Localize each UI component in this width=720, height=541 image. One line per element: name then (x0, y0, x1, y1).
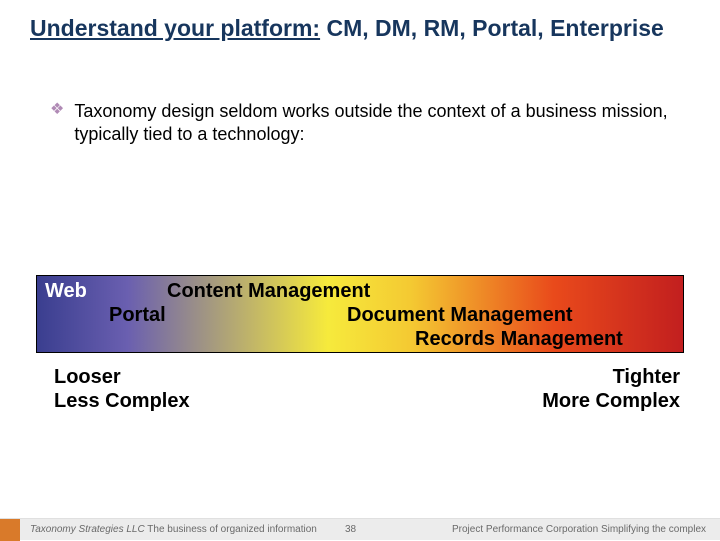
footer-tagline: The business of organized information (145, 524, 317, 535)
gradient-band: Web Content Management Portal Document M… (36, 275, 684, 353)
axis-left-line1: Looser (54, 365, 190, 389)
axis-left: Looser Less Complex (54, 365, 190, 413)
diamond-bullet-icon: ❖ (50, 100, 64, 121)
axis-right-line1: Tighter (542, 365, 680, 389)
band-label-portal: Portal (109, 304, 166, 327)
footer-bar: Taxonomy Strategies LLC The business of … (0, 518, 720, 540)
footer-page-number: 38 (345, 524, 356, 535)
title-rest: CM, DM, RM, Portal, Enterprise (320, 15, 664, 41)
band-label-content-management: Content Management (167, 280, 370, 303)
axis-left-line2: Less Complex (54, 389, 190, 413)
footer-right: Project Performance Corporation Simplify… (452, 524, 706, 535)
axis-right-line2: More Complex (542, 389, 680, 413)
title-underlined: Understand your platform: (30, 15, 320, 41)
band-label-records-management: Records Management (415, 328, 623, 351)
bullet-item: ❖ Taxonomy design seldom works outside t… (50, 100, 680, 147)
slide: Understand your platform: CM, DM, RM, Po… (0, 0, 720, 540)
footer-color-chip (0, 519, 20, 541)
footer-left: Taxonomy Strategies LLC The business of … (30, 524, 317, 535)
band-label-web: Web (45, 280, 87, 303)
footer-brand: Taxonomy Strategies LLC (30, 524, 145, 535)
band-label-document-management: Document Management (347, 304, 573, 327)
axis-right: Tighter More Complex (542, 365, 680, 413)
bullet-text: Taxonomy design seldom works outside the… (74, 100, 680, 147)
slide-title: Understand your platform: CM, DM, RM, Po… (30, 14, 690, 43)
